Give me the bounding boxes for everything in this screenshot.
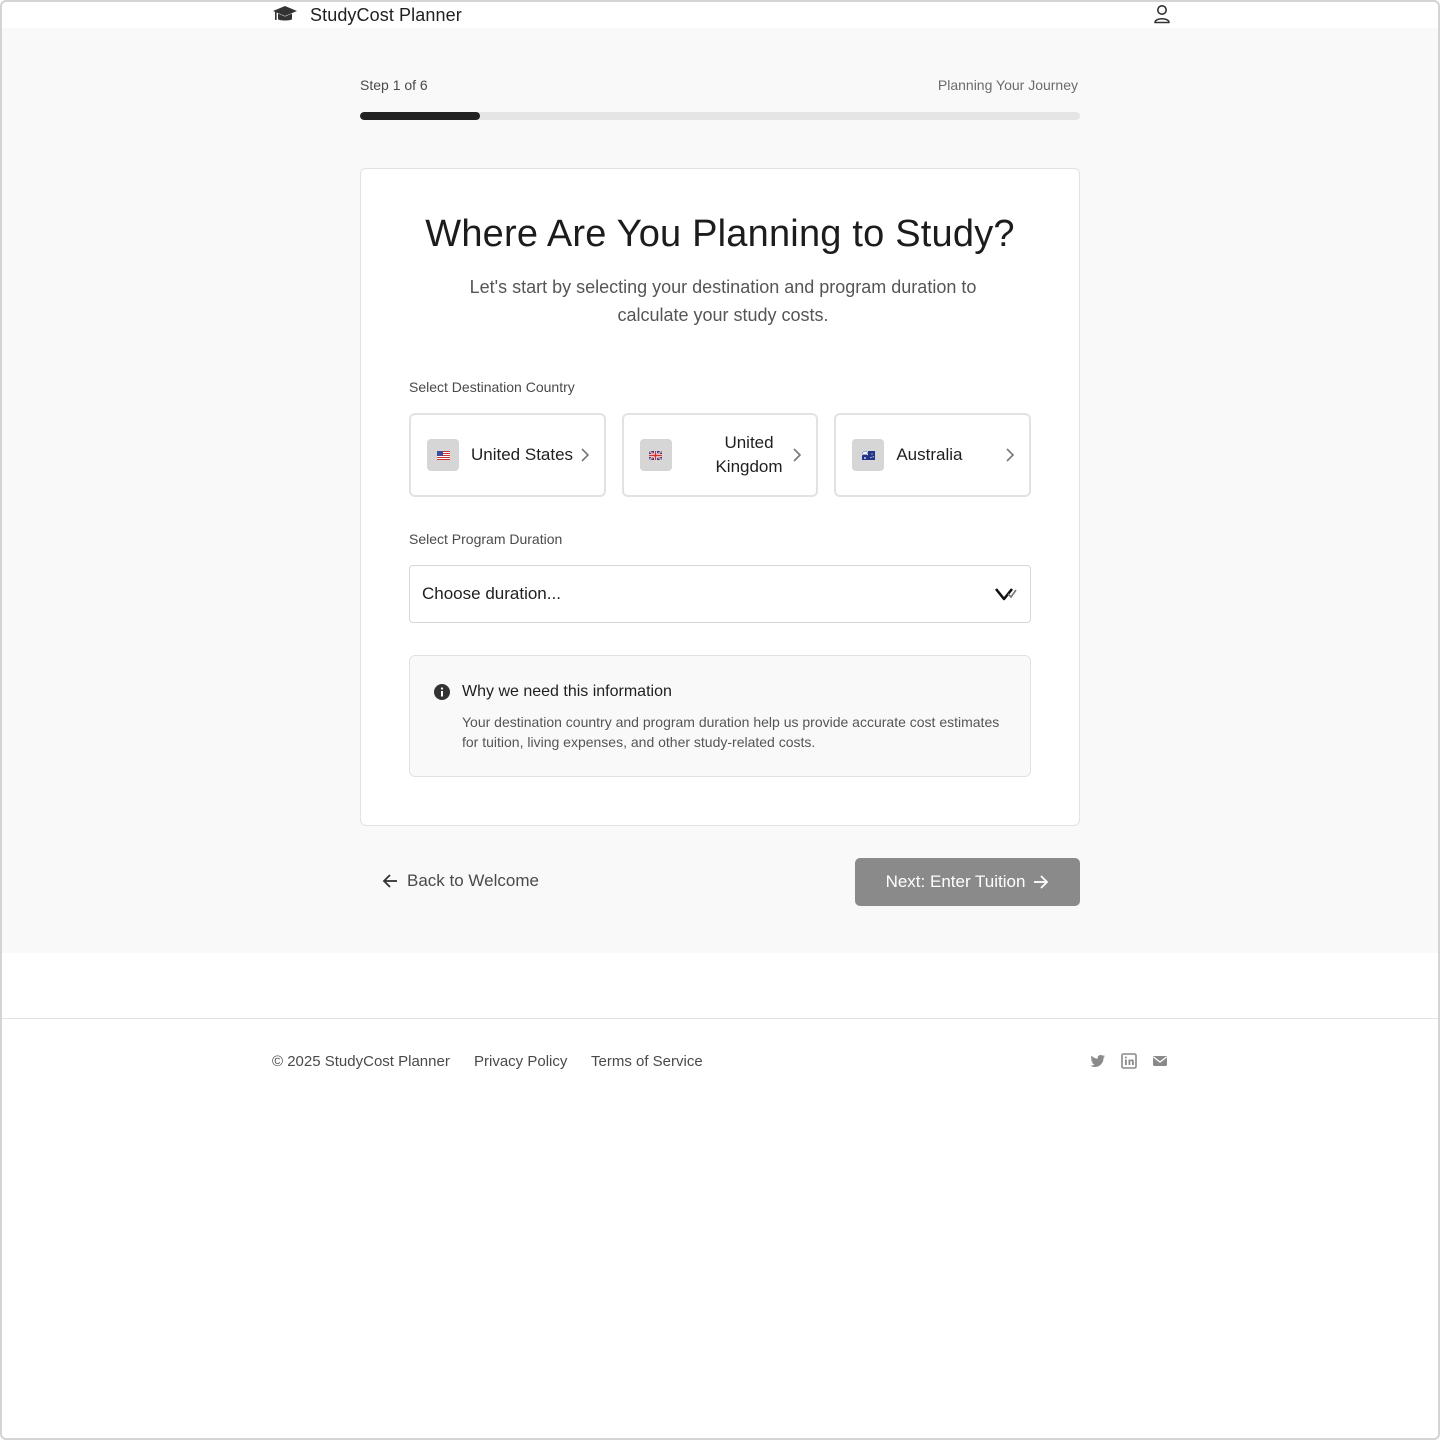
duration-select[interactable]: Choose duration...	[409, 565, 1031, 623]
chevron-right-icon	[581, 448, 589, 462]
info-icon	[434, 684, 450, 700]
arrow-left-icon	[382, 874, 397, 888]
progress-bar	[360, 112, 1080, 120]
australia-flag-icon	[852, 439, 885, 471]
main-content: Step 1 of 6 Planning Your Journey Where …	[2, 28, 1438, 953]
chevron-right-icon	[793, 448, 802, 462]
country-name: United Kingdom	[715, 433, 783, 476]
uk-flag-icon	[639, 439, 672, 471]
back-button[interactable]: Back to Welcome	[382, 871, 539, 891]
page-subtitle: Let's start by selecting your destinatio…	[469, 277, 977, 325]
step-label: Step 1 of 6	[360, 77, 428, 93]
user-icon[interactable]	[1153, 4, 1171, 24]
country-option-united-kingdom[interactable]: United Kingdom	[621, 413, 819, 497]
brand-name: StudyCost Planner	[310, 4, 462, 25]
country-section-label: Select Destination Country	[409, 379, 575, 395]
back-button-label: Back to Welcome	[407, 871, 539, 890]
next-button-label: Next: Enter Tuition	[885, 872, 1026, 891]
linkedin-icon[interactable]	[1121, 1053, 1137, 1069]
next-button[interactable]: Next: Enter Tuition	[855, 858, 1080, 906]
destination-card: Where Are You Planning to Study? Let's s…	[360, 168, 1080, 826]
brand[interactable]: StudyCost Planner	[272, 4, 462, 26]
twitter-icon[interactable]	[1090, 1053, 1106, 1069]
country-option-australia[interactable]: Australia	[834, 413, 1032, 497]
duration-select-value: Choose duration...	[422, 584, 561, 603]
page-title: Where Are You Planning to Study?	[425, 213, 1015, 255]
arrow-right-icon	[1034, 875, 1049, 889]
chevron-right-icon	[1006, 448, 1015, 462]
step-caption: Planning Your Journey	[937, 77, 1078, 93]
copyright: © 2025 StudyCost Planner	[272, 1053, 450, 1070]
info-text: Your destination country and program dur…	[462, 714, 1000, 750]
us-flag-icon	[427, 439, 459, 471]
footer: © 2025 StudyCost Planner Privacy Policy …	[2, 1018, 1438, 1108]
email-icon[interactable]	[1152, 1053, 1168, 1069]
info-box: Why we need this information Your destin…	[409, 655, 1031, 777]
duration-section-label: Select Program Duration	[409, 531, 563, 547]
terms-of-service-link[interactable]: Terms of Service	[591, 1053, 703, 1070]
progress-bar-fill	[360, 112, 480, 120]
graduation-cap-icon	[273, 6, 297, 21]
country-name: United States	[471, 445, 574, 464]
country-options: United States United Kingdom Australia	[409, 413, 1032, 497]
chevron-down-icon	[994, 588, 1017, 601]
info-title: Why we need this information	[462, 683, 672, 700]
privacy-policy-link[interactable]: Privacy Policy	[474, 1053, 567, 1070]
country-option-united-states[interactable]: United States	[409, 413, 606, 497]
top-header: StudyCost Planner	[2, 2, 1438, 28]
country-name: Australia	[896, 445, 963, 464]
